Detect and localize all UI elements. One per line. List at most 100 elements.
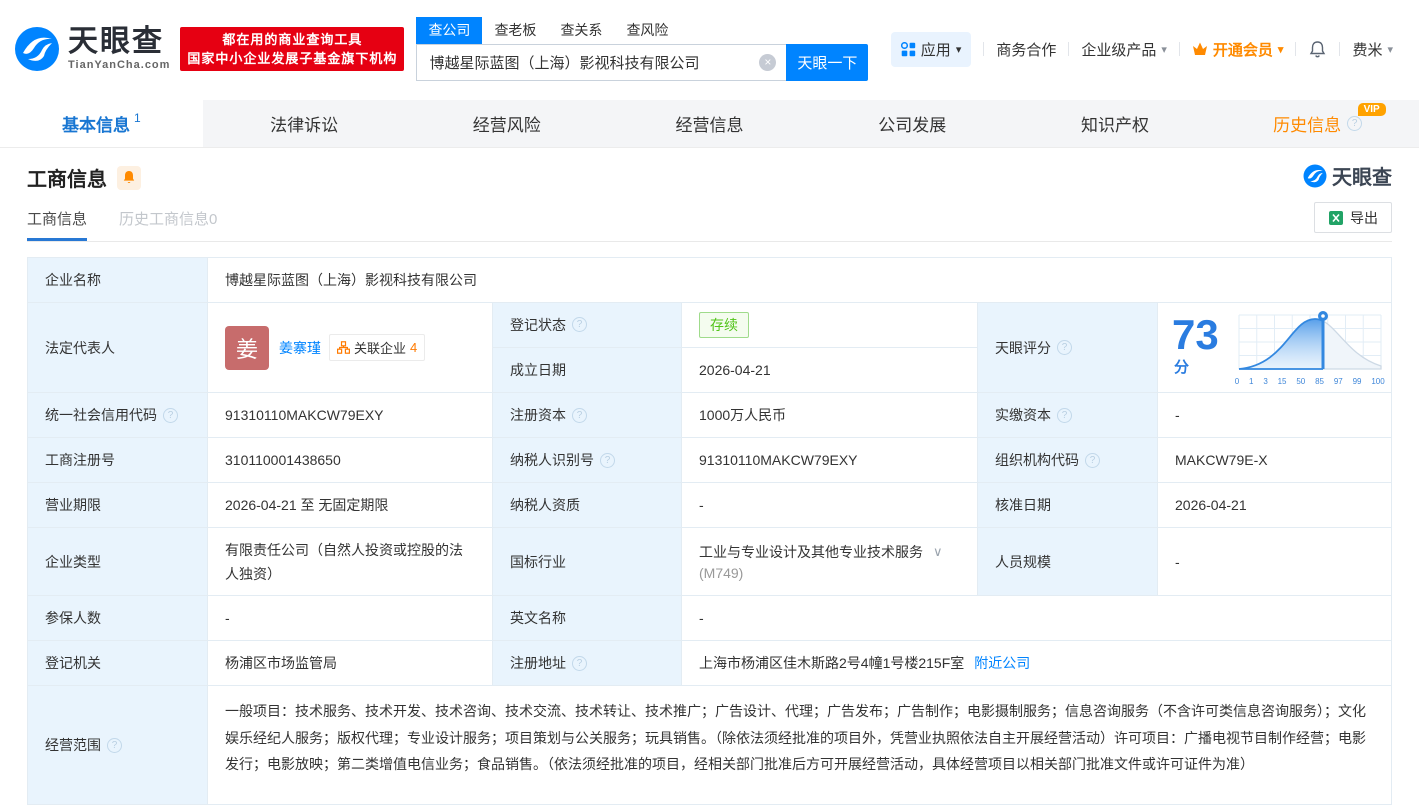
field-label: 经营范围 (45, 737, 101, 753)
promo-banner: 都在用的商业查询工具 国家中小企业发展子基金旗下机构 (180, 27, 405, 71)
insured-count-label-cell: 参保人数 (28, 596, 208, 640)
tianyancha-logo[interactable]: 天眼查 TianYanCha.com (14, 26, 170, 72)
tab-label: 经营风险 (472, 116, 541, 135)
help-icon[interactable]: ? (1057, 340, 1072, 355)
subtab-business-info[interactable]: 工商信息 (27, 208, 88, 241)
field-label: 企业名称 (45, 272, 101, 288)
search-tab-boss[interactable]: 查老板 (482, 17, 548, 44)
enterprise-products-menu[interactable]: 企业级产品 ▾ (1081, 39, 1167, 60)
business-scope: 一般项目：技术服务、技术开发、技术咨询、技术交流、技术转让、技术推广；广告设计、… (225, 703, 1366, 772)
vip-badge: VIP (1357, 103, 1386, 116)
tab-company-development[interactable]: 公司发展 (811, 100, 1014, 147)
help-icon[interactable]: ? (572, 407, 587, 423)
field-label: 登记状态 (510, 316, 566, 333)
reg-number-value-cell: 310110001438650 (208, 438, 493, 482)
related-companies-badge[interactable]: 关联企业 4 (329, 334, 426, 361)
chevron-down-icon[interactable]: ∨ (933, 544, 943, 560)
legal-rep-link[interactable]: 姜寨瑾 (279, 338, 321, 358)
header-nav: 应用 ▾ 商务合作 企业级产品 ▾ 开通会员 ▾ 费米 ▾ (890, 31, 1393, 67)
help-icon[interactable]: ? (107, 737, 122, 753)
apps-menu[interactable]: 应用 ▾ (890, 31, 972, 67)
table-row: 企业类型 有限责任公司（自然人投资或控股的法人独资） 国标行业 工业与专业设计及… (28, 528, 1391, 596)
status-badge: 存续 (699, 311, 749, 338)
help-icon[interactable]: ? (163, 407, 178, 423)
legal-rep-label-cell: 法定代表人 (28, 303, 208, 392)
bell-icon (1310, 40, 1326, 57)
english-name: - (699, 610, 704, 626)
org-code-label-cell: 组织机构代码 ? (978, 438, 1158, 482)
notifications-button[interactable] (1308, 40, 1327, 59)
table-row: 工商注册号 310110001438650 纳税人识别号 ? 91310110M… (28, 438, 1391, 483)
tab-operating-info[interactable]: 经营信息 (608, 100, 811, 147)
tab-label: 经营信息 (675, 116, 744, 135)
company-type-label-cell: 企业类型 (28, 528, 208, 595)
field-label: 法定代表人 (45, 339, 115, 356)
username-label: 费米 (1352, 41, 1383, 59)
company-name-label-cell: 企业名称 (28, 258, 208, 302)
help-icon[interactable]: ? (1085, 452, 1100, 468)
search-tab-risk[interactable]: 查风险 (614, 17, 680, 44)
credit-code-label-cell: 统一社会信用代码 ? (28, 393, 208, 437)
vip-label: 开通会员 (1212, 41, 1273, 59)
divider (1295, 42, 1297, 56)
open-vip-menu[interactable]: 开通会员 ▾ (1192, 39, 1284, 60)
subtab-history-business-info[interactable]: 历史工商信息0 (119, 208, 217, 241)
apps-grid-icon (900, 41, 915, 56)
business-scope-label-cell: 经营范围 ? (28, 686, 208, 804)
tab-label: 法律诉讼 (270, 116, 339, 135)
search-input[interactable] (416, 44, 787, 81)
field-label: 国标行业 (510, 553, 566, 570)
tab-operating-risk[interactable]: 经营风险 (405, 100, 608, 147)
monitor-bell-button[interactable] (117, 165, 141, 190)
avatar-char: 姜 (235, 336, 258, 362)
vip-crown-icon (1192, 42, 1207, 55)
help-icon[interactable]: ? (1347, 116, 1363, 131)
nearby-companies-link[interactable]: 附近公司 (974, 653, 1030, 673)
bell-curve-chart (1238, 311, 1382, 370)
cooperation-label: 商务合作 (996, 41, 1057, 59)
axis-tick: 0 (1234, 377, 1240, 386)
user-menu[interactable]: 费米 ▾ (1352, 39, 1393, 60)
field-label: 工商注册号 (45, 452, 115, 468)
export-button[interactable]: 导出 (1314, 202, 1392, 233)
business-term: 2026-04-21 至 无固定期限 (225, 497, 389, 513)
tab-basic-info[interactable]: 基本信息 1 (0, 100, 203, 147)
avatar[interactable]: 姜 (225, 325, 269, 370)
help-icon[interactable]: ? (600, 452, 615, 468)
caret-down-icon: ▾ (1277, 43, 1284, 56)
taxpayer-id: 91310110MAKCW79EXY (699, 452, 858, 468)
search-tab-company[interactable]: 查公司 (416, 17, 483, 44)
tab-legal-proceedings[interactable]: 法律诉讼 (203, 100, 406, 147)
logo-text: 天眼查 TianYanCha.com (68, 27, 170, 72)
search-submit-button[interactable]: 天眼一下 (786, 44, 869, 81)
field-label: 组织机构代码 (995, 452, 1079, 468)
search-area: 查公司 查老板 查关系 查风险 × 天眼一下 (416, 17, 869, 81)
org-chart-icon (337, 341, 350, 354)
english-name-label-cell: 英文名称 (493, 596, 682, 640)
establish-date-label-cell: 成立日期 (493, 347, 682, 392)
establish-date-value-cell: 2026-04-21 (682, 347, 978, 392)
help-icon[interactable]: ? (1057, 407, 1072, 423)
taxpayer-quality-value-cell: - (682, 483, 978, 527)
tab-intellectual-property[interactable]: 知识产权 (1014, 100, 1217, 147)
tab-history-info[interactable]: VIP 历史信息 ? (1216, 100, 1419, 147)
watermark-text: 天眼查 (1332, 167, 1392, 189)
tab-label: 基本信息 (62, 116, 131, 135)
business-cooperation-link[interactable]: 商务合作 (996, 39, 1056, 60)
taxpayer-id-value-cell: 91310110MAKCW79EXY (682, 438, 978, 482)
industry-name: 工业与专业设计及其他专业技术服务 (699, 544, 923, 560)
approval-date-value-cell: 2026-04-21 (1158, 483, 1391, 527)
industry-value-cell: 工业与专业设计及其他专业技术服务 ∨ (M749) (682, 528, 978, 595)
axis-tick: 15 (1277, 377, 1287, 386)
axis-tick: 3 (1263, 377, 1268, 386)
paid-capital-label-cell: 实缴资本 ? (978, 393, 1158, 437)
industry-code: (M749) (699, 565, 744, 581)
reg-capital-value-cell: 1000万人民币 (682, 393, 978, 437)
help-icon[interactable]: ? (572, 317, 587, 333)
staff-size: - (1175, 553, 1180, 570)
business-scope-value-cell: 一般项目：技术服务、技术开发、技术咨询、技术交流、技术转让、技术推广；广告设计、… (208, 686, 1391, 804)
search-tab-relation[interactable]: 查关系 (548, 17, 614, 44)
divider (1068, 42, 1070, 56)
help-icon[interactable]: ? (572, 655, 587, 671)
caret-down-icon: ▾ (955, 43, 962, 56)
